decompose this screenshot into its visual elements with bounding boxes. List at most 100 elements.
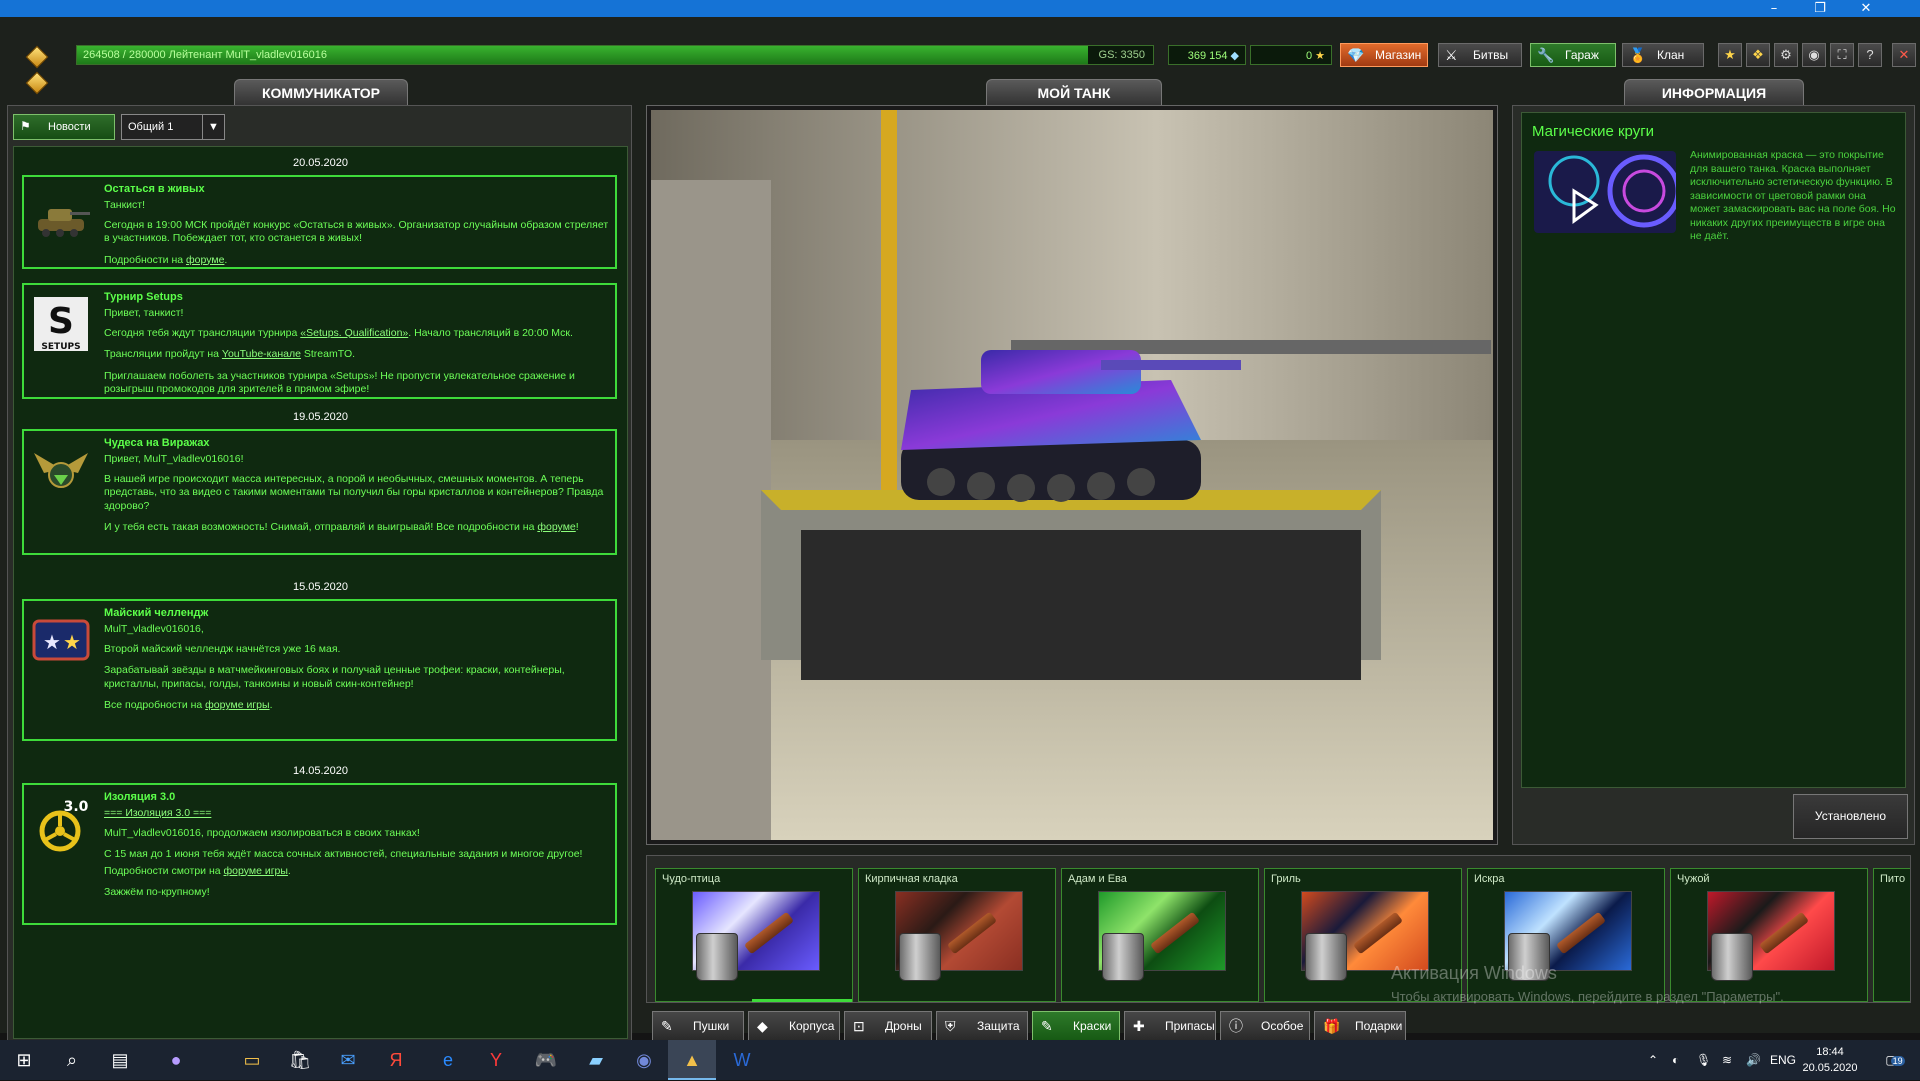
medal-icon[interactable]: ❖	[1746, 43, 1770, 67]
discord-icon[interactable]: ◉	[620, 1040, 668, 1080]
shop-button[interactable]: 💎 Магазин	[1340, 43, 1428, 67]
close-icon[interactable]: ✕	[1843, 0, 1889, 17]
news-flag-icon: ⚑	[20, 119, 31, 133]
news-date: 19.05.2020	[292, 411, 349, 423]
yandex-browser-icon[interactable]: Y	[472, 1040, 520, 1080]
battles-button[interactable]: ⚔ Битвы	[1438, 43, 1522, 67]
stars-counter: 0 ★	[1250, 45, 1332, 65]
paint-item-name: Искра	[1474, 873, 1505, 885]
game-window: 264508 / 280000 Лейтенант MulT_vladlev01…	[0, 17, 1920, 1045]
edge-icon[interactable]: e	[424, 1040, 472, 1080]
tray-app-icon[interactable]: ◐	[1672, 1040, 1679, 1080]
svg-text:SETUPS: SETUPS	[41, 342, 80, 352]
mail-icon[interactable]: ✉	[324, 1040, 372, 1080]
star-icon[interactable]: ★	[1718, 43, 1742, 67]
item-info-box: Магические круги Анимированная краска — …	[1521, 112, 1906, 788]
notifications-icon[interactable]: ▢19	[1880, 1040, 1910, 1080]
forum-link[interactable]: форуме игры	[205, 699, 269, 711]
game-icon[interactable]: 🎮	[522, 1040, 570, 1080]
paint-bucket-icon	[899, 933, 941, 981]
forum-link[interactable]: форуме	[186, 254, 224, 266]
forum-link[interactable]: форуме игры	[224, 865, 288, 877]
forum-link[interactable]: форуме	[537, 521, 575, 533]
paint-item-name: Адам и Ева	[1068, 873, 1127, 885]
help-icon[interactable]: ?	[1858, 43, 1882, 67]
channel-select[interactable]: Общий 1 ▼	[121, 114, 225, 140]
tablet-icon[interactable]: ▰	[572, 1040, 620, 1080]
news-body: === Изоляция 3.0 === MulT_vladlev016016,…	[104, 807, 583, 898]
youtube-link[interactable]: YouTube-канале	[222, 348, 301, 360]
gear-icon[interactable]: ⚙	[1774, 43, 1798, 67]
word-icon[interactable]: W	[718, 1040, 766, 1080]
wifi-icon[interactable]: ≋	[1722, 1040, 1732, 1080]
tray-chevron-up-icon[interactable]: ⌃	[1648, 1040, 1658, 1080]
store-icon[interactable]: 🛍	[276, 1040, 324, 1080]
category-label: Дроны	[885, 1019, 922, 1033]
paint-item[interactable]: Адам и Ева	[1061, 868, 1259, 1002]
task-view-icon[interactable]: ▤	[96, 1040, 144, 1080]
gear-score-text: GS: 3350	[1098, 49, 1145, 61]
paint-bucket-icon	[1102, 933, 1144, 981]
paint-item-name: Кирпичная кладка	[865, 873, 958, 885]
category-label: Защита	[977, 1019, 1020, 1033]
minimize-icon[interactable]: –	[1751, 0, 1797, 17]
xp-progress-bar: 264508 / 280000 Лейтенант MulT_vladlev01…	[76, 45, 1154, 65]
start-icon[interactable]: ⊞	[0, 1040, 48, 1080]
notification-count: 19	[1890, 1056, 1905, 1066]
paint-item[interactable]: Чудо-птица	[655, 868, 853, 1002]
clan-button[interactable]: 🏅 Клан	[1622, 43, 1704, 67]
info-title-tab: ИНФОРМАЦИЯ	[1624, 79, 1804, 105]
category-label: Припасы	[1165, 1019, 1215, 1033]
fullscreen-icon[interactable]: ⛶	[1830, 43, 1854, 67]
category-tab[interactable]: ✚ Припасы	[1124, 1011, 1216, 1041]
player-rank-text: 264508 / 280000 Лейтенант MulT_vladlev01…	[83, 49, 328, 61]
paint-item[interactable]: Чужой	[1670, 868, 1868, 1002]
category-tab[interactable]: ⊡ Дроны	[844, 1011, 932, 1041]
news-card: Остаться в живых Танкист! Сегодня в 19:0…	[22, 175, 617, 269]
windows-activation-hint: Чтобы активировать Windows, перейдите в …	[1391, 989, 1784, 1004]
category-tab[interactable]: ✎ Краски	[1032, 1011, 1120, 1041]
cortana-icon[interactable]: ●	[152, 1040, 200, 1080]
setups-link[interactable]: «Setups. Qualification»	[300, 327, 408, 339]
news-card: Чудеса на Виражах Привет, MulT_vladlev01…	[22, 429, 617, 555]
isolation-link[interactable]: === Изоляция 3.0 ===	[104, 807, 211, 819]
paint-item[interactable]: Пито	[1873, 868, 1910, 1002]
communicator-title: КОММУНИКАТОР	[234, 79, 408, 105]
hangar-scene	[651, 110, 1493, 840]
gun-icon: ✎	[661, 1018, 673, 1034]
sound-icon[interactable]: ◉	[1802, 43, 1826, 67]
selected-item-indicator	[752, 999, 852, 1002]
microphone-icon[interactable]: 🎙	[1696, 1040, 1711, 1080]
search-icon[interactable]: ⌕	[48, 1040, 96, 1080]
news-card: 3.0 Изоляция 3.0 === Изоляция 3.0 === Mu…	[22, 783, 617, 925]
tanki-icon[interactable]: ▲	[668, 1040, 716, 1080]
paint-item[interactable]: Кирпичная кладка	[858, 868, 1056, 1002]
crystal-icon: 💎	[1347, 47, 1365, 63]
shield-icon: ⛨	[945, 1018, 956, 1034]
category-tab[interactable]: 🎁 Подарки	[1314, 1011, 1406, 1041]
info-panel: Магические круги Анимированная краска — …	[1512, 105, 1915, 845]
wings-emblem-icon	[34, 453, 88, 488]
news-body: Танкист! Сегодня в 19:00 МСК пройдёт кон…	[104, 199, 609, 266]
file-explorer-icon[interactable]: ▭	[228, 1040, 276, 1080]
category-tab[interactable]: ⛨ Защита	[936, 1011, 1028, 1041]
installed-button[interactable]: Установлено	[1793, 794, 1908, 839]
news-feed[interactable]: 20.05.2020 Остаться в живых Танкист! Сег…	[13, 146, 628, 1039]
garage-button[interactable]: 🔧 Гараж	[1530, 43, 1616, 67]
news-title: Турнир Setups	[104, 291, 183, 303]
garage-category-bar: ✎ Пушки ◆ Корпуса ⊡ Дроны ⛨ Защита ✎ Краски ✚ Припа…	[646, 1011, 1911, 1043]
news-button[interactable]: ⚑ Новости	[13, 114, 115, 140]
item-title: Магические круги	[1532, 123, 1655, 140]
system-clock[interactable]: 18:44 20.05.2020	[1790, 1044, 1870, 1076]
exit-icon[interactable]: ✕	[1892, 43, 1916, 67]
restore-icon[interactable]: ❐	[1797, 0, 1843, 17]
news-title: Майский челлендж	[104, 607, 209, 619]
yandex-icon[interactable]: Я	[372, 1040, 420, 1080]
tank-preview-viewport[interactable]	[646, 105, 1498, 845]
volume-icon[interactable]: 🔊	[1746, 1040, 1761, 1080]
game-logo	[25, 45, 49, 100]
category-tab[interactable]: ◆ Корпуса	[748, 1011, 840, 1041]
challenge-stars-icon: ★ ★	[32, 619, 90, 661]
category-tab[interactable]: ✎ Пушки	[652, 1011, 744, 1041]
category-tab[interactable]: ⓘ Особое	[1220, 1011, 1310, 1041]
